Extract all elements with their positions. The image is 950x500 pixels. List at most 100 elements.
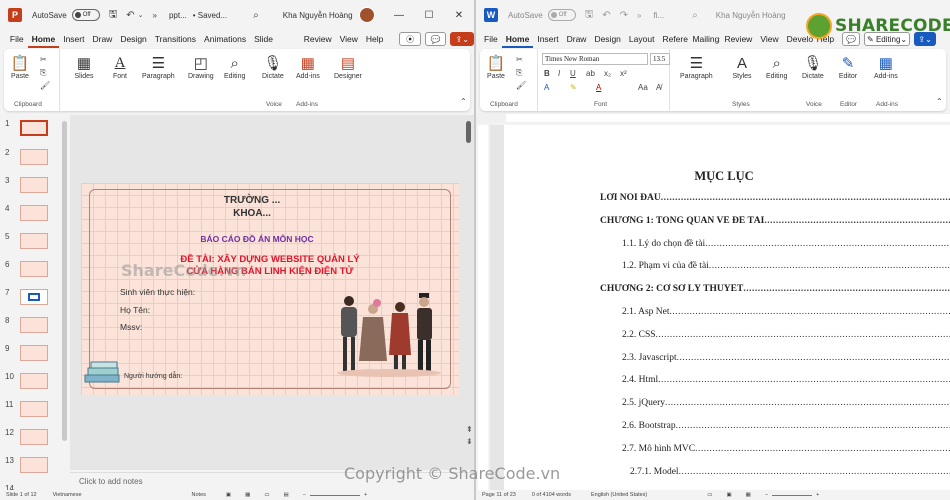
toc-entry[interactable]: CHƯƠNG 2: CƠ SỞ LÝ THUYẾT...............…: [600, 284, 950, 298]
slide-thumbnail-3[interactable]: [20, 177, 48, 193]
slide-1[interactable]: TRƯỜNG ... KHOA... BÁO CÁO ĐỒ ÁN MÔN HỌC…: [81, 183, 459, 395]
slide-thumbnail-7[interactable]: [20, 289, 48, 305]
close-icon[interactable]: ✕: [444, 10, 474, 21]
zoom-in-icon[interactable]: +: [816, 492, 819, 498]
autosave-toggle[interactable]: Off: [71, 9, 100, 21]
toc-entry[interactable]: 2.5. jQuery.............................…: [622, 398, 950, 412]
tab-home[interactable]: Home: [27, 30, 60, 48]
zoom-slider[interactable]: [309, 494, 360, 496]
dictate-button[interactable]: 🎙 Dictate: [802, 53, 824, 80]
tab-draw[interactable]: Draw: [88, 30, 116, 48]
tab-draw[interactable]: Draw: [563, 30, 591, 48]
italic-icon[interactable]: I: [558, 69, 560, 78]
toc-entry[interactable]: LỜI NÓI ĐẦU.............................…: [600, 193, 950, 207]
zoom-slider[interactable]: [772, 494, 813, 496]
slide-thumbnail-4[interactable]: [20, 205, 48, 221]
format-painter-icon[interactable]: 🖌: [40, 81, 50, 90]
font-name-input[interactable]: Times New Roman: [542, 53, 648, 65]
tab-file[interactable]: File: [480, 30, 502, 48]
horizontal-ruler[interactable]: [476, 113, 950, 123]
styles-button[interactable]: A Styles: [732, 53, 752, 81]
toc-entry[interactable]: 2.6. Bootstrap..........................…: [622, 421, 950, 435]
drawing-button[interactable]: ◰ Drawing: [188, 53, 214, 80]
tab-review[interactable]: Review: [300, 30, 336, 48]
slideshow-icon[interactable]: ▤: [284, 492, 289, 498]
toc-entry[interactable]: 2.1. Asp Net............................…: [622, 307, 950, 321]
autosave-toggle[interactable]: Off: [547, 9, 576, 21]
toc-entry[interactable]: 1.1. Lý do chọn đề tài..................…: [622, 239, 950, 253]
vertical-ruler[interactable]: [478, 125, 488, 490]
zoom-out-icon[interactable]: −: [765, 492, 768, 498]
slide-thumbnail-6[interactable]: [20, 261, 48, 277]
toc-entry[interactable]: 2.7.1. Model............................…: [630, 467, 950, 481]
slide-thumbnail-11[interactable]: [20, 401, 48, 417]
search-icon[interactable]: ⌕: [692, 10, 698, 21]
highlight-icon[interactable]: ✎: [570, 83, 577, 92]
thumbnails-scrollbar[interactable]: [62, 121, 67, 441]
toc-entry[interactable]: 2.4. Html...............................…: [622, 375, 950, 389]
editing-button[interactable]: ⌕ Editing: [766, 53, 787, 81]
toc-entry[interactable]: 2.7. Mô hình MVC........................…: [622, 444, 950, 458]
tab-insert[interactable]: Insert: [59, 30, 88, 48]
tab-design[interactable]: Design: [116, 30, 150, 48]
slide-thumbnail-13[interactable]: [20, 457, 48, 473]
document-title[interactable]: fi...: [653, 11, 664, 20]
tab-slide-show[interactable]: Slide Show: [250, 30, 300, 62]
superscript-icon[interactable]: x²: [620, 69, 627, 78]
language-status[interactable]: Vietnamese: [53, 492, 82, 498]
editor-scrollbar[interactable]: [466, 121, 471, 143]
text-effects-icon[interactable]: A: [544, 83, 549, 92]
collapse-ribbon-icon[interactable]: ⌃: [460, 97, 467, 106]
tab-review[interactable]: Review: [720, 30, 756, 48]
font-color-icon[interactable]: A: [596, 83, 601, 92]
collapse-ribbon-icon[interactable]: ⌃: [936, 97, 943, 106]
undo-icon[interactable]: ↶: [126, 10, 134, 21]
search-icon[interactable]: ⌕: [253, 10, 259, 21]
clear-formatting-icon[interactable]: A̸: [656, 83, 661, 92]
slide-thumbnail-12[interactable]: [20, 429, 48, 445]
web-layout-icon[interactable]: ▦: [746, 492, 751, 498]
tab-animations[interactable]: Animations: [200, 30, 250, 48]
slide-thumbnail-8[interactable]: [20, 317, 48, 333]
more-icon[interactable]: »: [637, 11, 641, 20]
tab-layout[interactable]: Layout: [625, 30, 659, 48]
tab-view[interactable]: View: [336, 30, 362, 48]
tab-mailings[interactable]: Mailings: [688, 30, 720, 48]
toc-entry[interactable]: 2.2. CSS................................…: [622, 330, 950, 344]
toc-entry[interactable]: CHƯƠNG 1: TỔNG QUAN VỀ ĐỀ TÀI...........…: [600, 216, 950, 230]
tab-transitions[interactable]: Transitions: [151, 30, 200, 48]
record-button[interactable]: ⦿: [399, 32, 421, 46]
font-button[interactable]: A Font: [110, 53, 130, 81]
maximize-icon[interactable]: ☐: [414, 10, 444, 21]
comments-button[interactable]: 💬: [424, 32, 447, 46]
cut-icon[interactable]: ✂: [516, 55, 523, 64]
save-icon[interactable]: 🖫: [109, 7, 118, 24]
paste-button[interactable]: 📋 Paste: [486, 53, 506, 80]
copy-icon[interactable]: ⎘: [40, 68, 46, 78]
tab-insert[interactable]: Insert: [533, 30, 562, 48]
bold-icon[interactable]: B: [544, 69, 550, 78]
chevron-down-icon[interactable]: ⌄: [138, 11, 144, 19]
document-page[interactable]: MỤC LỤC LỜI NÓI ĐẦU.....................…: [504, 125, 950, 490]
slide-sorter-icon[interactable]: ▦: [245, 492, 250, 498]
slide-thumbnail-1[interactable]: [20, 120, 48, 136]
slide-thumbnail-9[interactable]: [20, 345, 48, 361]
dictate-button[interactable]: 🎙 Dictate: [262, 53, 284, 80]
redo-icon[interactable]: ↷: [620, 10, 628, 21]
tab-design[interactable]: Design: [590, 30, 624, 48]
change-case-icon[interactable]: Aa: [638, 83, 648, 92]
slide-thumbnail-10[interactable]: [20, 373, 48, 389]
more-icon[interactable]: »: [153, 11, 157, 20]
addins-button[interactable]: ▦ Add-ins: [874, 53, 898, 80]
subscript-icon[interactable]: x₂: [604, 69, 611, 78]
cut-icon[interactable]: ✂: [40, 55, 47, 64]
reading-view-icon[interactable]: ▭: [264, 492, 269, 498]
avatar[interactable]: [358, 7, 375, 23]
paste-button[interactable]: 📋 Paste: [10, 53, 30, 80]
language-status[interactable]: English (United States): [591, 492, 647, 498]
zoom-in-icon[interactable]: +: [364, 492, 367, 498]
tab-help[interactable]: Help: [362, 30, 387, 48]
editor-button[interactable]: ✎ Editor: [838, 53, 858, 80]
slides-button[interactable]: ▦ Slides: [74, 53, 94, 80]
zoom-out-icon[interactable]: −: [303, 492, 306, 498]
